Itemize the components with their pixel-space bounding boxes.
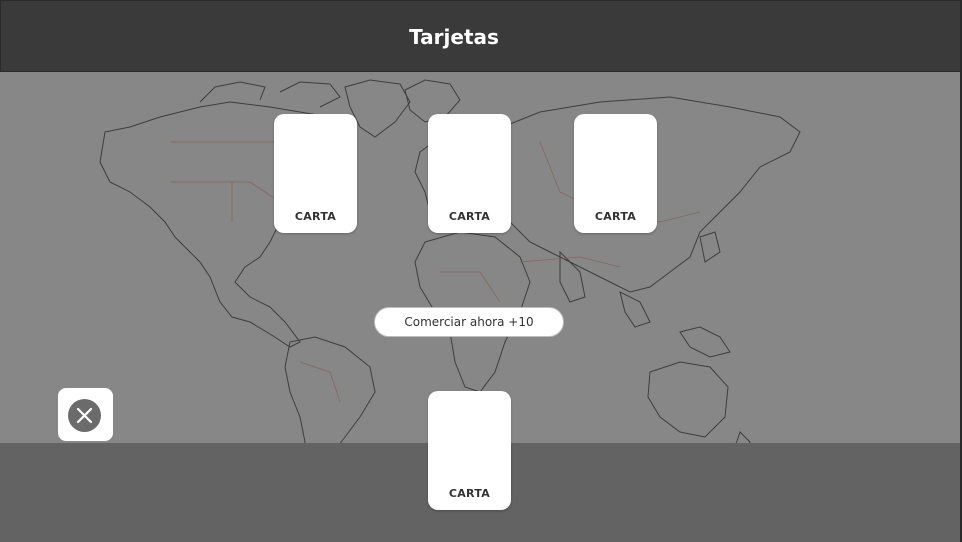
card-top-2[interactable]: CARTA <box>428 114 511 233</box>
close-icon <box>68 399 101 432</box>
card-top-1[interactable]: CARTA <box>274 114 357 233</box>
card-label: CARTA <box>448 210 491 223</box>
top-bar: Tarjetas <box>0 0 962 72</box>
card-label: CARTA <box>594 210 637 223</box>
page-title: Tarjetas <box>409 25 499 49</box>
card-label: CARTA <box>448 487 491 500</box>
card-label: CARTA <box>294 210 337 223</box>
card-top-3[interactable]: CARTA <box>574 114 657 233</box>
close-button[interactable] <box>58 388 113 441</box>
trade-now-button[interactable]: Comerciar ahora +10 <box>374 307 564 337</box>
card-bottom[interactable]: CARTA <box>428 391 511 510</box>
